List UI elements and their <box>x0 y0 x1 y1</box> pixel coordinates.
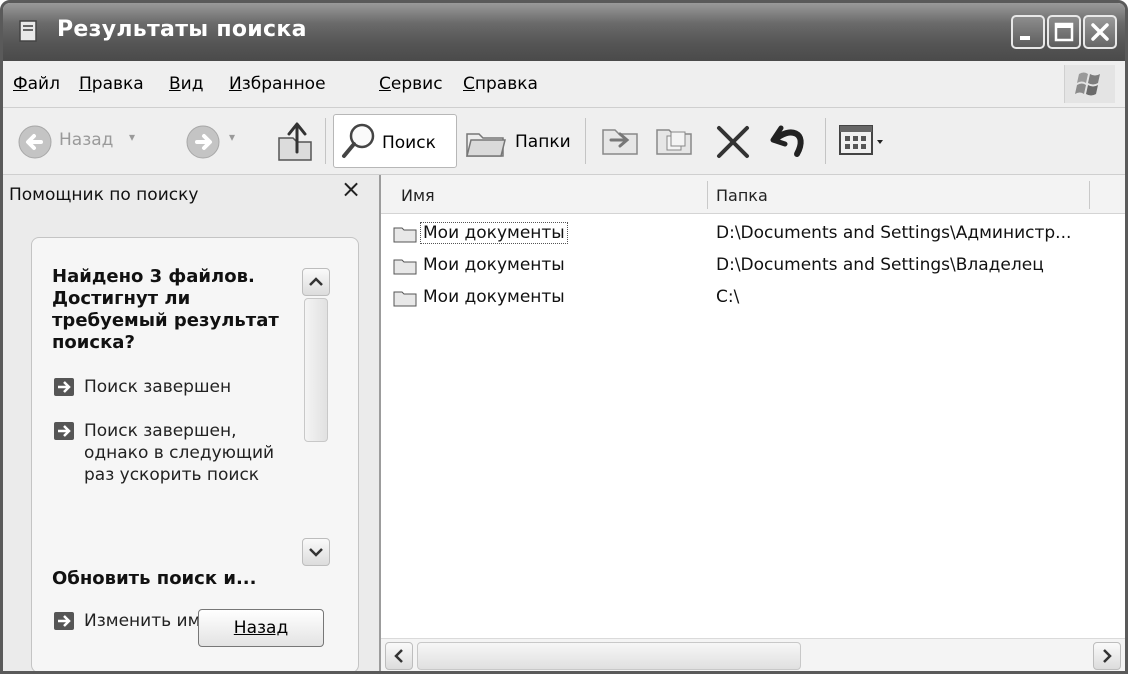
chevron-down-icon <box>309 548 323 557</box>
horizontal-scrollbar[interactable] <box>381 638 1125 671</box>
window-title: Результаты поиска <box>57 17 307 42</box>
chevron-right-icon <box>1103 649 1112 663</box>
views-icon <box>839 125 883 155</box>
assistant-back-button[interactable]: Назад <box>198 609 324 647</box>
toolbar-separator <box>585 118 586 164</box>
copy-to-icon <box>656 129 692 155</box>
assistant-scrollbar[interactable] <box>302 268 330 566</box>
back-dropdown-arrow: ▾ <box>129 130 136 144</box>
menu-tools[interactable]: Сервис <box>379 74 443 94</box>
windows-logo <box>1064 65 1115 103</box>
menu-edit[interactable]: Правка <box>79 74 144 94</box>
search-assistant-header: Помощник по поиску × <box>3 175 379 215</box>
explorer-window: Результаты поиска Файл Правка Вид Избран… <box>0 0 1128 674</box>
scroll-right-button[interactable] <box>1093 642 1121 670</box>
chevron-up-icon <box>309 277 323 286</box>
search-assistant-pane: Помощник по поиску × Найдено 3 файлов. Д… <box>3 175 381 671</box>
column-separator[interactable] <box>1089 181 1090 209</box>
copy-to-button[interactable] <box>651 118 697 164</box>
back-button[interactable]: Назад ▾ <box>17 118 167 164</box>
folders-icon <box>466 133 506 157</box>
column-header: Имя Папка <box>381 175 1125 214</box>
up-folder-icon <box>278 122 312 161</box>
search-assistant-title: Помощник по поиску <box>9 185 199 205</box>
maximize-button[interactable] <box>1047 15 1081 49</box>
table-row[interactable]: Мои документы D:\Documents and Settings\… <box>381 251 1125 281</box>
scroll-left-button[interactable] <box>385 642 413 670</box>
maximize-icon <box>1054 22 1074 42</box>
windows-logo-icon <box>1075 72 1100 96</box>
toolbar: Назад ▾ ▾ Поиск Папки <box>3 108 1125 175</box>
minimize-button[interactable] <box>1011 15 1045 49</box>
undo-button[interactable] <box>767 118 815 164</box>
option-search-complete[interactable]: Поиск завершен <box>54 376 304 398</box>
back-arrow-icon <box>18 125 52 159</box>
toolbar-separator <box>825 118 826 164</box>
column-name-header[interactable]: Имя <box>401 186 435 205</box>
close-icon <box>1091 23 1109 41</box>
chevron-left-icon <box>394 649 403 663</box>
column-separator[interactable] <box>707 181 708 209</box>
scroll-down-button[interactable] <box>302 538 330 566</box>
assistant-question: Найдено 3 файлов. Достигнут ли требуемый… <box>52 266 279 353</box>
forward-dropdown-arrow: ▾ <box>229 130 236 144</box>
menu-bar: Файл Правка Вид Избранное Сервис Справка <box>3 61 1125 108</box>
minimize-icon <box>1020 36 1030 40</box>
forward-arrow-icon <box>186 125 220 159</box>
menu-help[interactable]: Справка <box>463 74 538 94</box>
search-button[interactable]: Поиск <box>333 114 457 168</box>
folder-icon <box>393 291 417 307</box>
results-pane: Имя Папка Мои документы D:\Documents and… <box>381 175 1125 671</box>
refine-heading: Обновить поиск и... <box>52 568 257 589</box>
delete-button[interactable] <box>711 120 755 164</box>
move-to-button[interactable] <box>597 118 643 164</box>
menu-favorites[interactable]: Избранное <box>229 74 326 94</box>
menu-file[interactable]: Файл <box>13 74 60 94</box>
menu-view[interactable]: Вид <box>169 74 203 94</box>
forward-button[interactable]: ▾ <box>185 118 255 164</box>
search-magnifier-icon <box>342 123 375 158</box>
table-row[interactable]: Мои документы C:\ <box>381 283 1125 313</box>
window-icon <box>19 20 37 42</box>
arrow-right-icon <box>54 378 74 396</box>
arrow-right-icon <box>54 612 74 630</box>
folder-icon <box>393 259 417 275</box>
toolbar-separator <box>325 118 326 164</box>
delete-x-icon <box>717 126 749 158</box>
move-to-icon <box>602 129 638 155</box>
folders-button[interactable]: Папки <box>465 118 575 164</box>
column-folder-header[interactable]: Папка <box>716 186 768 205</box>
arrow-right-icon <box>54 422 74 440</box>
assistant-close-button[interactable]: × <box>341 177 361 201</box>
up-button[interactable] <box>273 116 317 166</box>
folder-icon <box>393 227 417 243</box>
undo-icon <box>770 125 804 157</box>
option-speed-up-next[interactable]: Поиск завершен, однако в следующий раз у… <box>54 420 304 486</box>
assistant-panel: Найдено 3 файлов. Достигнут ли требуемый… <box>31 237 359 671</box>
close-button[interactable] <box>1083 15 1117 49</box>
scroll-thumb[interactable] <box>417 642 801 670</box>
scroll-thumb[interactable] <box>304 298 328 442</box>
table-row[interactable]: Мои документы D:\Documents and Settings\… <box>381 219 1125 249</box>
title-bar[interactable]: Результаты поиска <box>3 3 1125 61</box>
scroll-up-button[interactable] <box>302 268 330 296</box>
views-button[interactable] <box>837 122 897 162</box>
